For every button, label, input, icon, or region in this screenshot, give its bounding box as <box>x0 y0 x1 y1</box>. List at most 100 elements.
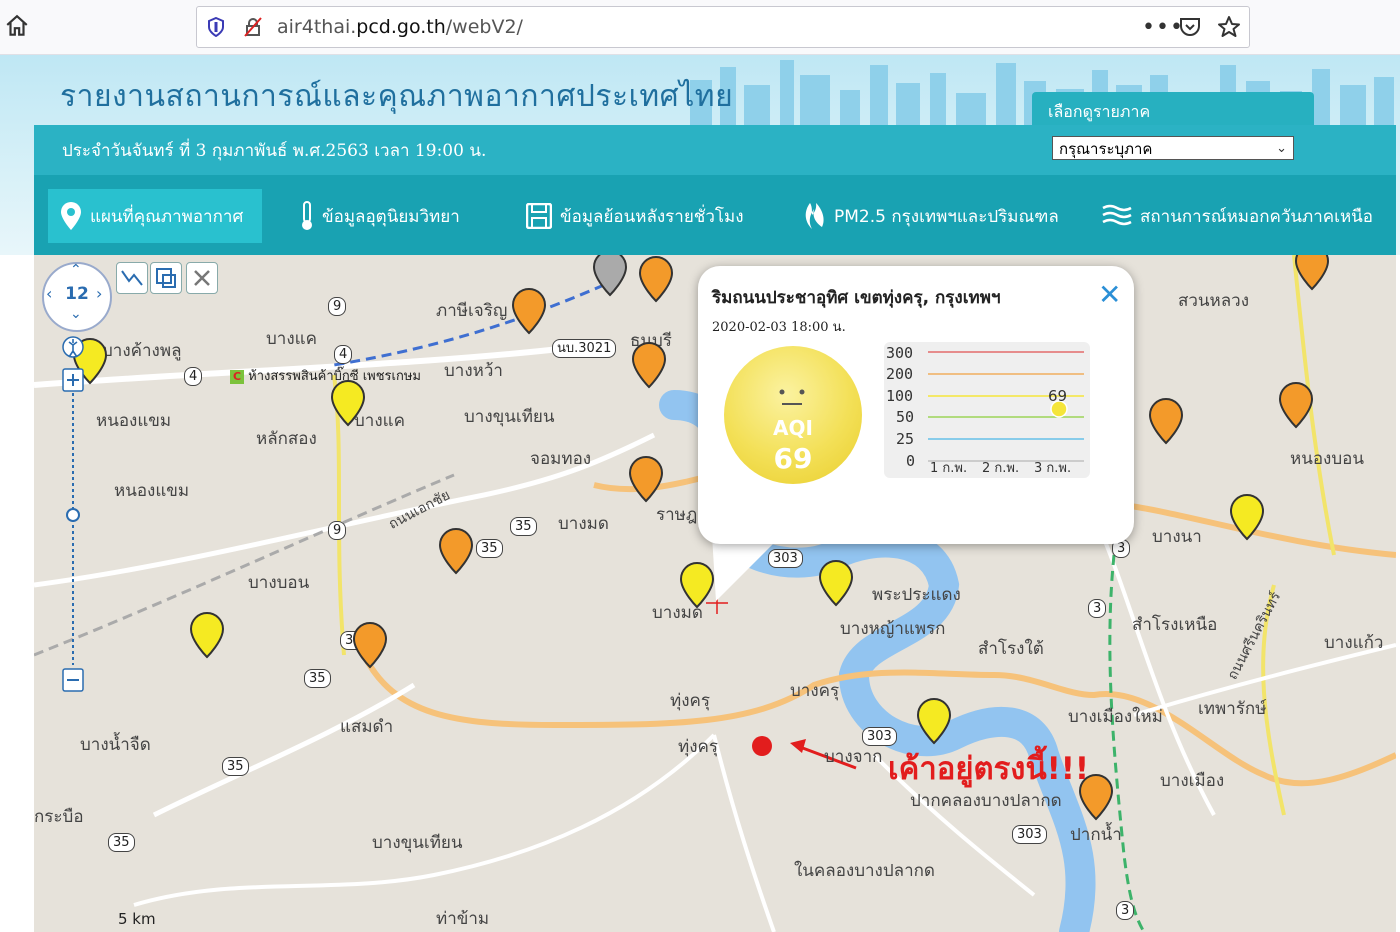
nav-pm25-bangkok[interactable]: PM2.5 กรุงเทพฯและปริมณฑล <box>802 189 1059 243</box>
region-select[interactable]: กรุณาระบุภาค ⌄ <box>1052 136 1294 160</box>
zoom-pan-control[interactable]: ⌃ ‹ › ⌄ 12 <box>42 262 112 332</box>
route-shield: 35 <box>108 833 135 852</box>
report-date: ประจำวันจันทร์ ที่ 3 กุมภาพันธ์ พ.ศ.2563… <box>62 141 487 161</box>
aqi-station-pin-yellow[interactable] <box>1229 493 1265 541</box>
tracking-shield-icon[interactable] <box>207 17 225 37</box>
nav-weather-data[interactable]: ข้อมูลอุตุนิยมวิทยา <box>300 189 460 243</box>
region-label: เลือกดูรายภาค <box>1048 102 1151 121</box>
route-shield: 35 <box>510 517 537 536</box>
aqi-station-pin-orange[interactable] <box>638 255 674 303</box>
aqi-station-pin-yellow[interactable] <box>916 697 952 745</box>
chevron-down-icon: ⌄ <box>1276 141 1287 156</box>
place-label: ในคลองบางปลากด <box>794 861 935 881</box>
x-tick-3: 3 ก.พ. <box>1034 461 1071 476</box>
place-label: หนองแขม <box>96 411 172 431</box>
x-tick-2: 2 ก.พ. <box>982 461 1019 476</box>
place-label: ท่าข้าม <box>436 909 490 929</box>
place-label: จอมทอง <box>530 449 592 469</box>
aqi-station-pin-gray[interactable] <box>592 255 628 297</box>
place-label: หนองบอน <box>1290 449 1364 469</box>
station-datetime: 2020-02-03 18:00 น. <box>712 320 846 335</box>
aqi-station-pin-orange[interactable] <box>438 527 474 575</box>
nav-air-quality-map[interactable]: แผนที่คุณภาพอากาศ <box>48 189 262 243</box>
y-tick-25: 25 <box>896 430 914 448</box>
route-shield: 35 <box>304 669 331 688</box>
place-label: บางครุ <box>790 681 840 701</box>
place-label: บางน้ำจืด <box>80 735 151 755</box>
nav-northern-haze[interactable]: สถานการณ์หมอกควันภาคเหนือ <box>1102 189 1373 243</box>
aqi-station-pin-orange[interactable] <box>631 341 667 389</box>
route-shield: 303 <box>1012 825 1047 844</box>
pan-up-icon[interactable]: ⌃ <box>70 262 82 278</box>
aqi-station-pin-orange[interactable] <box>352 621 388 669</box>
flame-icon <box>805 203 824 229</box>
pocket-icon[interactable] <box>1179 16 1201 38</box>
nav-label: สถานการณ์หมอกควันภาคเหนือ <box>1140 206 1374 227</box>
route-shield: 3 <box>1088 599 1107 618</box>
aqi-station-pin-yellow[interactable] <box>818 559 854 607</box>
aqi-face-badge: AQI 69 <box>724 346 862 484</box>
place-label: บางจาก <box>824 747 883 767</box>
url-text[interactable]: air4thai.pcd.go.th/webV2/ <box>277 16 523 38</box>
aqi-station-pin-yellow-selected[interactable] <box>679 561 715 609</box>
annotation-text: เค้าอยู่ตรงนี้!!! <box>888 751 1090 787</box>
place-label: หนองแขม <box>114 481 190 501</box>
aqi-station-pin-yellow[interactable] <box>189 611 225 659</box>
route-shield: 4 <box>184 367 203 386</box>
home-icon[interactable] <box>4 13 30 39</box>
route-shield: 3 <box>1116 901 1135 920</box>
place-label: ทุ่งครุ <box>670 691 711 711</box>
place-label: บางนา <box>1152 527 1202 547</box>
place-label: ภาษีเจริญ <box>436 301 508 321</box>
place-label: บางแค <box>266 329 317 349</box>
browser-toolbar: air4thai.pcd.go.th/webV2/ ••• <box>0 0 1400 55</box>
zoom-slider[interactable] <box>62 335 84 695</box>
map-scale: 5 km <box>118 910 156 928</box>
place-label: บางแก้ว <box>1324 633 1384 653</box>
measure-area-button[interactable] <box>150 262 182 294</box>
aqi-station-pin-orange[interactable] <box>1294 255 1330 291</box>
station-info-popup: ริมถนนประชาอุทิศ เขตทุ่งครุ, กรุงเทพฯ ✕ … <box>698 266 1134 544</box>
place-label: เทพารักษ์ <box>1198 699 1267 719</box>
zoom-level: 12 <box>65 284 89 304</box>
pan-down-icon[interactable]: ⌄ <box>70 306 82 322</box>
address-bar[interactable]: air4thai.pcd.go.th/webV2/ ••• <box>196 6 1250 48</box>
route-shield: 35 <box>476 539 503 558</box>
place-label: บางบอน <box>248 573 310 593</box>
nav-hourly-history[interactable]: ข้อมูลย้อนหลังรายชั่วโมง <box>526 189 744 243</box>
haze-icon <box>1102 204 1132 226</box>
aqi-trend-chart: 300 200 100 50 25 0 1 ก.พ. 2 ก.พ. 3 ก.พ.… <box>884 342 1090 478</box>
place-label: แสมดำ <box>340 717 394 737</box>
route-shield: 9 <box>328 297 347 316</box>
nav-label: แผนที่คุณภาพอากาศ <box>90 206 244 227</box>
place-label: บางเมืองใหม่ <box>1068 707 1163 727</box>
place-label: บางหว้า <box>444 361 503 381</box>
y-tick-200: 200 <box>886 365 913 383</box>
y-tick-0: 0 <box>906 452 915 470</box>
bookmark-star-icon[interactable] <box>1217 15 1241 39</box>
clear-tools-button[interactable] <box>186 262 218 294</box>
measure-area-icon <box>156 268 176 288</box>
aqi-station-pin-orange[interactable] <box>1278 381 1314 429</box>
place-label: บางมด <box>558 514 609 534</box>
aqi-station-pin-orange[interactable] <box>1148 397 1184 445</box>
air-quality-map[interactable]: หนองแขม หลักสอง บางแค ภาษีเจริญ บางหว้า … <box>34 255 1396 932</box>
place-label: พระประแดง <box>872 585 961 605</box>
aqi-station-pin-orange[interactable] <box>628 455 664 503</box>
poi-bigc-petchkasem[interactable]: C ห้างสรรพสินค้าบิ๊กซี เพชรเกษม <box>230 365 421 386</box>
page-actions-icon[interactable]: ••• <box>1142 15 1184 40</box>
aqi-station-pin-orange[interactable] <box>511 287 547 335</box>
route-shield: 4 <box>334 345 353 364</box>
measure-distance-button[interactable] <box>116 262 148 294</box>
close-popup-icon[interactable]: ✕ <box>1098 278 1121 311</box>
place-label: บางหญ้าแพรก <box>840 619 946 639</box>
aqi-station-pin-yellow[interactable] <box>330 379 366 427</box>
site-header: รายงานสถานการณ์และคุณภาพอากาศประเทศไทย เ… <box>0 55 1400 255</box>
place-label: สำโรงเหนือ <box>1132 615 1218 635</box>
main-nav: แผนที่คุณภาพอากาศ ข้อมูลอุตุนิยมวิทยา ข้… <box>34 175 1396 255</box>
place-label: บางขุนเทียน <box>372 833 463 853</box>
aqi-label: AQI <box>773 416 813 440</box>
x-tick-1: 1 ก.พ. <box>930 461 967 476</box>
nav-label: PM2.5 กรุงเทพฯและปริมณฑล <box>834 206 1059 227</box>
insecure-lock-icon[interactable] <box>243 17 263 37</box>
